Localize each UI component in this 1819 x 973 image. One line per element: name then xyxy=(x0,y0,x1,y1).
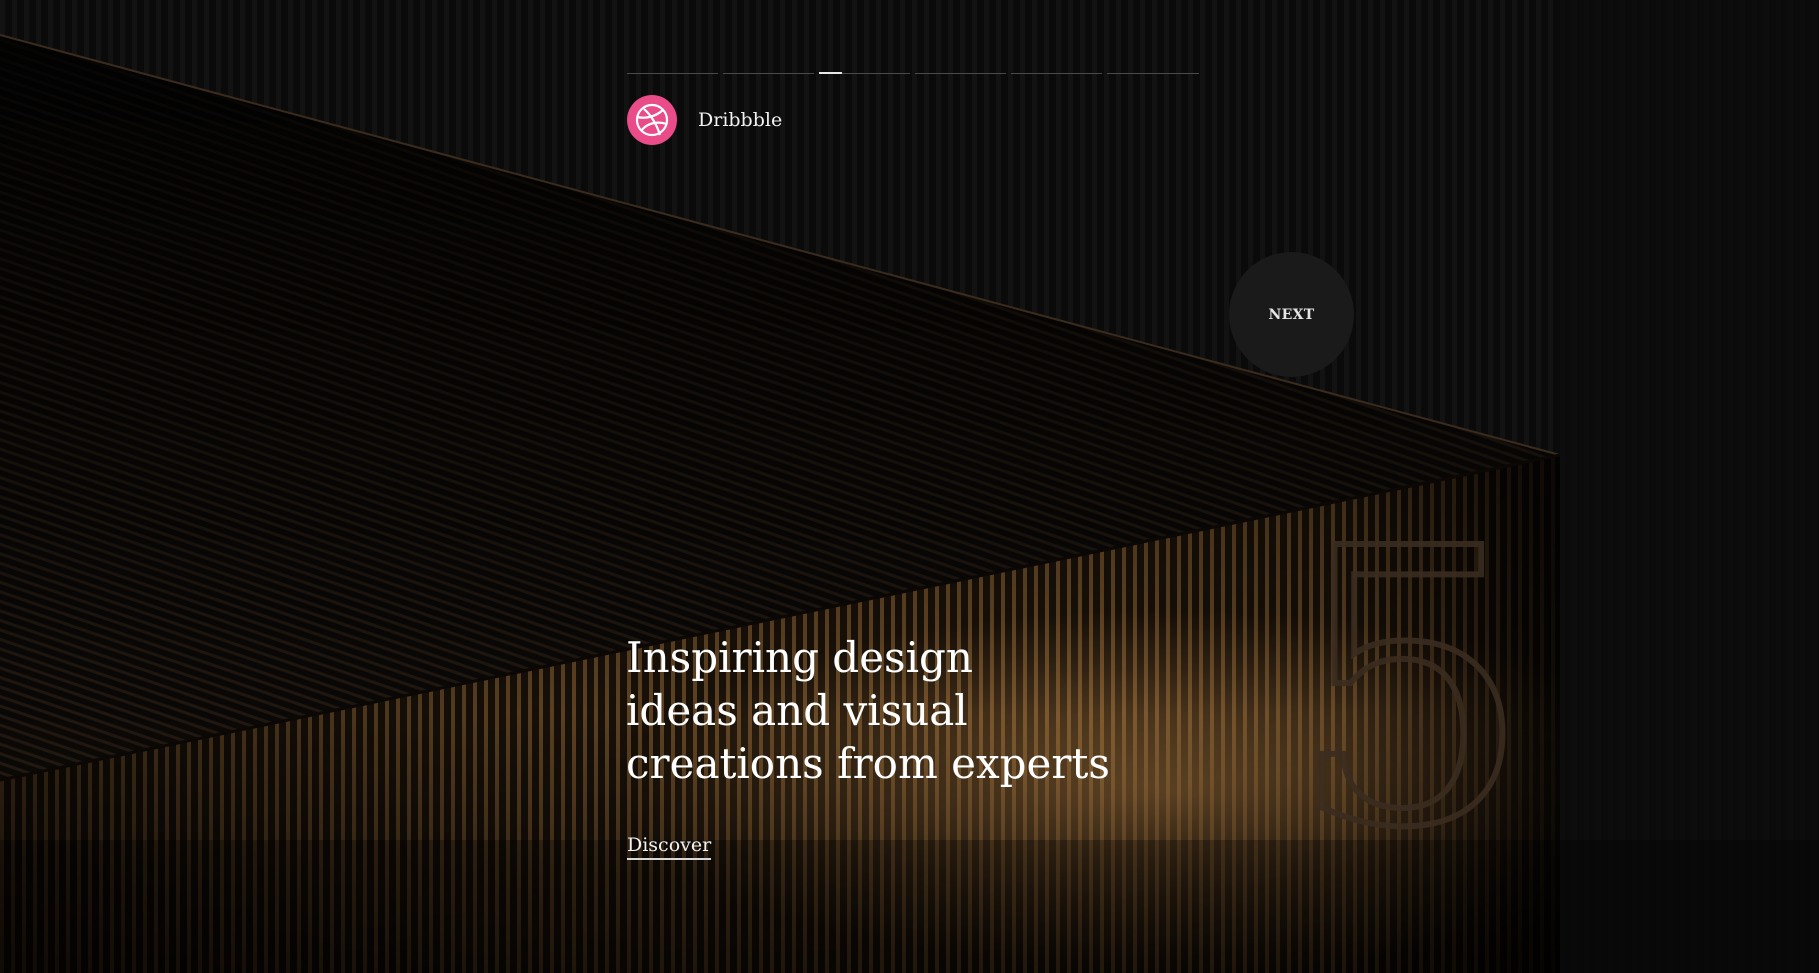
headline-line: ideas and visual xyxy=(626,686,968,735)
brand[interactable]: Dribbble xyxy=(627,94,782,146)
decorative-numeral: 5 xyxy=(1287,468,1535,911)
slide-progress-bar xyxy=(627,72,1199,76)
next-button[interactable]: NEXT xyxy=(1229,252,1354,377)
progress-segment[interactable] xyxy=(915,73,1006,74)
brand-name[interactable]: Dribbble xyxy=(698,109,782,131)
progress-segment[interactable] xyxy=(1107,73,1199,74)
headline-line: creations from experts xyxy=(626,739,1110,788)
dribbble-ball-icon[interactable] xyxy=(627,95,677,145)
hero-headline: Inspiring design ideas and visual creati… xyxy=(626,631,1186,790)
progress-segment-active[interactable] xyxy=(819,72,910,74)
next-button-label: NEXT xyxy=(1268,306,1315,323)
hero-background-image xyxy=(0,0,1819,973)
discover-link[interactable]: Discover xyxy=(627,834,712,860)
headline-line: Inspiring design xyxy=(626,633,973,682)
progress-segment[interactable] xyxy=(627,73,718,74)
progress-segment[interactable] xyxy=(1011,73,1102,74)
progress-segment[interactable] xyxy=(723,73,814,74)
